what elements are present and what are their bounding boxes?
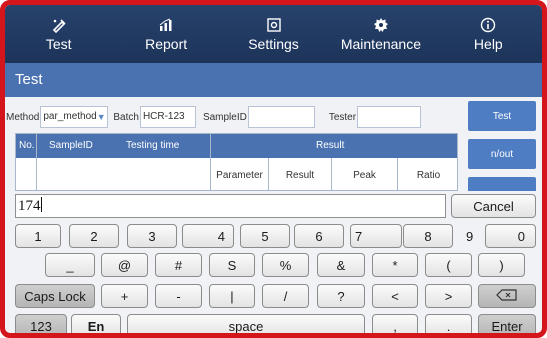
sampleid-field[interactable] <box>247 106 315 128</box>
sub-result: Result <box>268 158 331 190</box>
caps-lock-key[interactable]: Caps Lock <box>15 284 95 308</box>
batch-field[interactable]: HCR-123 <box>139 106 196 128</box>
tab-test-label: Test <box>45 36 72 52</box>
top-nav: Test Report Settings Maintenance Help <box>5 5 542 63</box>
settings-icon <box>266 16 282 34</box>
tab-test[interactable]: Test <box>5 5 112 63</box>
key-8[interactable]: 8 <box>403 224 453 248</box>
tab-settings[interactable]: Settings <box>220 5 327 63</box>
tab-maintenance[interactable]: Maintenance <box>327 5 434 63</box>
method-label: Method <box>6 111 40 123</box>
gear-icon <box>373 16 389 34</box>
key-slash[interactable]: / <box>262 284 309 308</box>
tester-label: Tester <box>328 111 357 123</box>
key-paren-open[interactable]: ( <box>425 253 472 277</box>
cancel-button[interactable]: Cancel <box>451 194 536 218</box>
table-header: No. SampleID Testing time Result <box>16 134 457 158</box>
app-window: Test Report Settings Maintenance Help Te… <box>0 0 547 338</box>
language-key[interactable]: En <box>71 314 121 333</box>
test-form-row: Method par_method ▼ Batch HCR-123 Sample… <box>5 103 460 131</box>
tab-maintenance-label: Maintenance <box>340 36 421 52</box>
tab-help[interactable]: Help <box>435 5 542 63</box>
test-icon <box>51 16 67 34</box>
backspace-key[interactable] <box>478 284 536 308</box>
key-greater-than[interactable]: > <box>425 284 472 308</box>
key-question[interactable]: ? <box>317 284 365 308</box>
info-icon <box>480 16 496 34</box>
sub-peak: Peak <box>331 158 397 190</box>
side-button-3[interactable] <box>468 177 536 191</box>
key-at[interactable]: @ <box>101 253 148 277</box>
method-select[interactable]: par_method ▼ <box>40 106 109 128</box>
tab-report-label: Report <box>145 36 188 52</box>
col-testing-time: Testing time <box>126 140 180 151</box>
sub-ratio: Ratio <box>397 158 457 190</box>
sampleid-label: SampleID <box>202 111 247 123</box>
key-0-box[interactable]: 0 <box>485 224 536 248</box>
method-value: par_method <box>43 111 97 122</box>
backspace-icon <box>496 288 518 304</box>
col-no: No. <box>19 140 35 151</box>
chart-icon <box>158 16 174 34</box>
results-table: No. SampleID Testing time Result Paramet… <box>15 133 458 191</box>
key-3[interactable]: 3 <box>127 224 177 248</box>
key-paren-close[interactable]: ) <box>478 253 525 277</box>
enter-key[interactable]: Enter <box>478 314 536 333</box>
key-5[interactable]: 5 <box>240 224 290 248</box>
test-button[interactable]: Test <box>468 101 536 131</box>
key-hash[interactable]: # <box>155 253 202 277</box>
key-2[interactable]: 2 <box>69 224 119 248</box>
table-subheader: Parameter Result Peak Ratio <box>16 158 457 190</box>
key-less-than[interactable]: < <box>372 284 418 308</box>
page-title: Test <box>5 63 542 97</box>
key-period[interactable]: . <box>425 314 472 333</box>
key-underscore[interactable]: _ <box>45 253 95 277</box>
key-comma[interactable]: , <box>372 314 418 333</box>
key-6[interactable]: 6 <box>294 224 344 248</box>
sub-parameter: Parameter <box>210 158 268 190</box>
text-cursor <box>40 197 42 212</box>
key-minus[interactable]: - <box>155 284 202 308</box>
key-7[interactable]: 7 <box>350 224 402 248</box>
key-plus[interactable]: + <box>101 284 148 308</box>
col-sampleid: SampleID <box>49 140 93 151</box>
keyboard-input[interactable]: 174 <box>15 194 446 218</box>
key-asterisk[interactable]: * <box>372 253 418 277</box>
tab-help-label: Help <box>473 36 503 52</box>
tab-settings-label: Settings <box>248 36 299 52</box>
chevron-down-icon: ▼ <box>96 112 106 122</box>
key-dollar[interactable]: S <box>209 253 255 277</box>
key-1[interactable]: 1 <box>15 224 61 248</box>
col-result: Result <box>316 140 345 151</box>
numeric-mode-key[interactable]: 123 <box>15 314 67 333</box>
tester-field[interactable] <box>357 106 422 128</box>
tab-report[interactable]: Report <box>112 5 219 63</box>
space-key[interactable]: space <box>127 314 365 333</box>
input-value: 174 <box>18 198 41 214</box>
batch-label: Batch <box>113 111 139 123</box>
key-4[interactable]: 4 <box>182 224 234 248</box>
key-9[interactable]: 9 <box>466 229 473 244</box>
key-percent[interactable]: % <box>262 253 309 277</box>
key-pipe[interactable]: | <box>209 284 255 308</box>
in-out-button[interactable]: n/out <box>468 139 536 169</box>
key-ampersand[interactable]: & <box>317 253 365 277</box>
